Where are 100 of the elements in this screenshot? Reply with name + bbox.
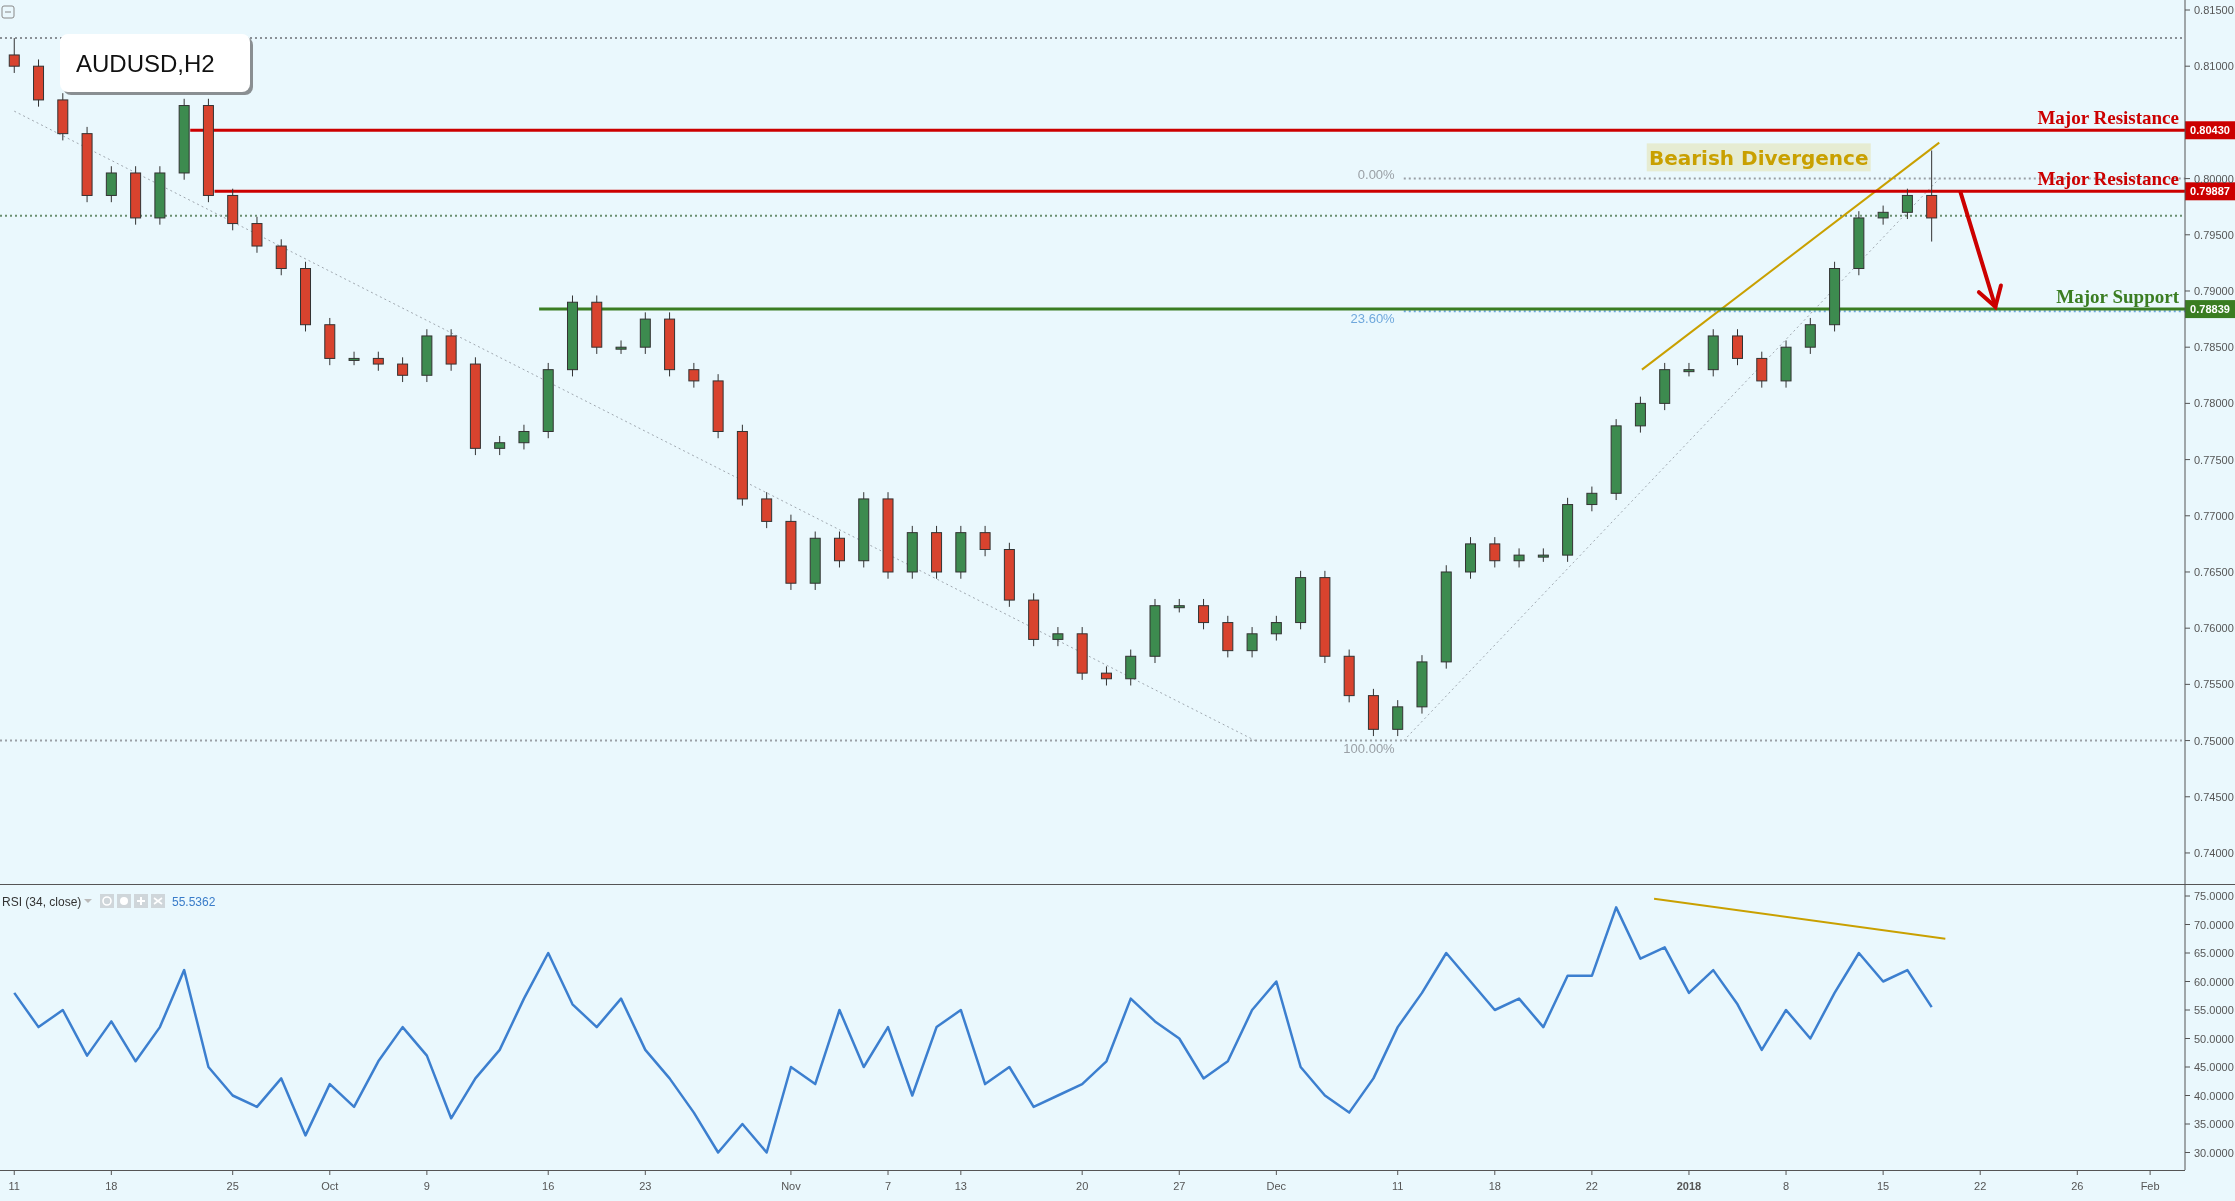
- candlestick: [1659, 362, 1671, 411]
- dropdown-caret-icon[interactable]: [84, 899, 92, 903]
- callout-label: Bearish Divergence: [1646, 143, 1871, 172]
- candlestick: [1489, 536, 1501, 568]
- price-axis-label: 0.77500: [2194, 453, 2234, 466]
- rsi-axis-label: 50.0000: [2194, 1032, 2234, 1045]
- price-axis-label: 0.79500: [2194, 228, 2234, 241]
- time-axis-label: Feb: [2140, 1180, 2160, 1192]
- candlestick: [33, 58, 45, 108]
- time-axis-label: 2018: [1676, 1180, 1702, 1192]
- candlestick: [1513, 547, 1525, 568]
- time-axis-label: 9: [423, 1180, 430, 1192]
- rsi-axis-label: 40.0000: [2194, 1089, 2234, 1102]
- candlestick: [639, 311, 651, 355]
- price-axis-label: 0.77000: [2194, 509, 2234, 522]
- candlestick: [518, 424, 530, 450]
- price-tag: 0.79887: [2185, 182, 2235, 201]
- time-axis-label: 8: [1783, 1180, 1790, 1192]
- rsi-axis-label: 65.0000: [2194, 947, 2234, 959]
- candlestick: [1416, 654, 1428, 715]
- level-label: Major Resistance: [2037, 168, 2179, 190]
- candlestick: [1562, 497, 1574, 563]
- candlestick: [591, 295, 603, 355]
- candlestick: [494, 435, 506, 456]
- candlestick: [300, 261, 311, 332]
- close-icon[interactable]: [151, 894, 165, 908]
- time-axis-label: 23: [639, 1180, 652, 1192]
- indicator-value: 55.5362: [172, 895, 216, 909]
- rsi-axis-label: 55.0000: [2194, 1004, 2234, 1016]
- time-axis-label: 11: [1392, 1180, 1404, 1192]
- candlestick: [1270, 615, 1282, 642]
- candlestick: [1028, 592, 1040, 647]
- level-label: Major Resistance: [2037, 107, 2179, 129]
- price-axis-label: 0.78000: [2194, 397, 2234, 410]
- candlestick: [1829, 261, 1841, 332]
- candlestick: [227, 188, 239, 231]
- price-axis-label: 0.76500: [2194, 566, 2234, 578]
- indicator-title: RSI (34, close): [2, 895, 82, 909]
- candlestick: [664, 311, 676, 377]
- price-axis-label: 0.81500: [2194, 4, 2234, 16]
- rsi-axis-label: 70.0000: [2194, 918, 2234, 931]
- candlestick: [57, 92, 69, 141]
- candlestick: [130, 165, 142, 226]
- candlestick: [1392, 699, 1404, 737]
- time-axis-label: 18: [1488, 1180, 1501, 1192]
- price-axis-label: 0.75000: [2194, 734, 2234, 747]
- price-axis-label: 0.78500: [2194, 341, 2234, 354]
- price-tag: 0.78839: [2185, 300, 2235, 319]
- candlestick: [1634, 396, 1646, 434]
- candlestick: [1246, 626, 1258, 658]
- candlestick: [1780, 339, 1792, 389]
- candlestick: [1198, 598, 1210, 630]
- plus-icon[interactable]: [134, 894, 148, 908]
- candlestick: [761, 491, 773, 529]
- rsi-axis-label: 35.0000: [2194, 1118, 2234, 1130]
- candlestick: [397, 356, 409, 383]
- candlestick: [1877, 205, 1889, 226]
- candlestick: [1732, 328, 1743, 366]
- price-axis-label: 0.81000: [2194, 60, 2234, 73]
- fib-level-label: 0.00%: [1357, 166, 1395, 182]
- candlestick: [712, 373, 724, 439]
- price-axis-label: 0.74500: [2194, 790, 2234, 803]
- candlestick: [1295, 570, 1307, 630]
- candlestick: [275, 238, 287, 276]
- candlestick: [931, 525, 943, 580]
- time-axis-label: 16: [542, 1180, 555, 1192]
- candlestick: [251, 216, 263, 254]
- price-axis-label: 0.75500: [2194, 678, 2234, 691]
- time-axis-label: 18: [105, 1180, 118, 1192]
- candlestick: [1465, 536, 1476, 580]
- candlestick: [1586, 486, 1598, 512]
- candlestick: [372, 351, 384, 372]
- time-axis-label: Oct: [321, 1180, 339, 1192]
- rsi-axis-label: 30.0000: [2194, 1146, 2234, 1159]
- price-tag: 0.80430: [2185, 121, 2235, 140]
- candlestick: [421, 328, 433, 383]
- level-label: Major Support: [2056, 286, 2179, 308]
- candlestick: [445, 328, 457, 372]
- candlestick: [615, 339, 627, 355]
- price-axis-label: 0.76000: [2194, 622, 2234, 635]
- candlestick: [1052, 626, 1064, 647]
- candlestick: [154, 165, 166, 226]
- time-axis-label: 22: [1585, 1180, 1598, 1192]
- time-axis-label: 11: [8, 1180, 20, 1192]
- time-axis-label: Dec: [1266, 1180, 1287, 1192]
- candlestick: [1003, 542, 1015, 608]
- time-axis-label: 22: [1974, 1180, 1987, 1192]
- candlestick: [8, 37, 20, 74]
- price-axis-label: 0.74000: [2194, 846, 2234, 859]
- candlestick: [1173, 598, 1185, 613]
- collapse-icon[interactable]: [1, 5, 15, 19]
- candlestick: [979, 525, 991, 557]
- candlestick: [1100, 665, 1112, 686]
- candlestick: [1076, 626, 1088, 681]
- price-axis-label: 0.80000: [2194, 172, 2234, 185]
- price-axis-label: 0.79000: [2194, 285, 2234, 297]
- candlestick: [1683, 362, 1695, 377]
- rsi-axis-label: 75.0000: [2194, 890, 2234, 902]
- candlestick: [1149, 598, 1161, 664]
- candlestick: [1804, 317, 1816, 355]
